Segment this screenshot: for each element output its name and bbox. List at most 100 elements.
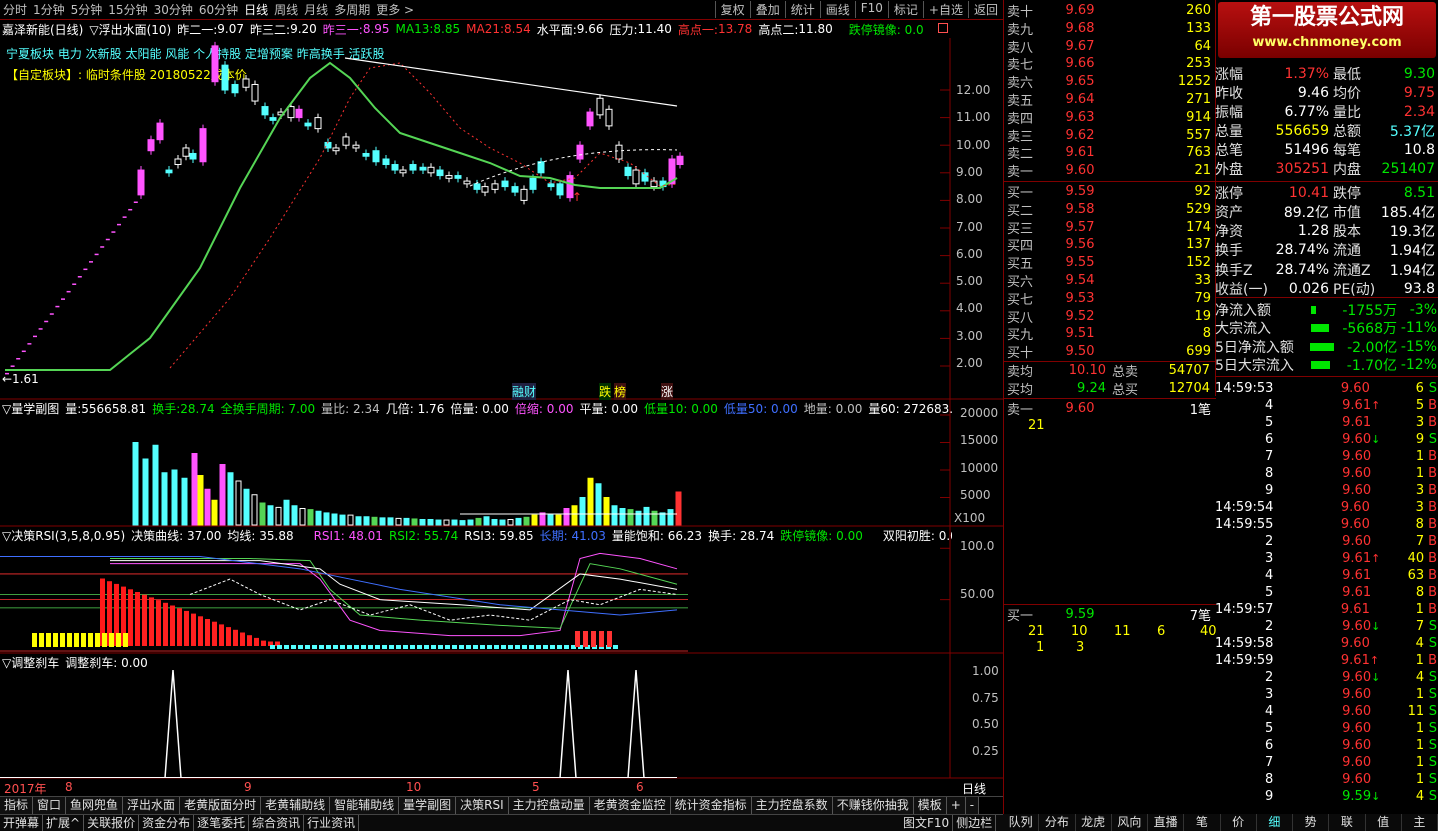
- quote-tab[interactable]: 主: [1402, 814, 1438, 831]
- indicator-tab[interactable]: 决策RSI: [456, 797, 509, 814]
- quote-tab[interactable]: 队列: [1003, 814, 1040, 831]
- period-tab[interactable]: 日线: [241, 1, 271, 18]
- indicator-tab[interactable]: 量学副图: [399, 797, 457, 814]
- tick-row: 14:59:58 9.60 4 S: [1215, 635, 1437, 652]
- event-zhang[interactable]: 涨: [661, 383, 674, 400]
- stat-label: 净资: [1215, 224, 1243, 241]
- rsi-hist-bar: [424, 645, 429, 649]
- indicator-tab[interactable]: 统计资金指标: [670, 797, 752, 814]
- rsi-hist-bar: [177, 608, 182, 646]
- quote-tab[interactable]: 势: [1293, 814, 1330, 831]
- period-tab[interactable]: 更多 >: [373, 1, 417, 18]
- indicator-tab[interactable]: +: [946, 797, 966, 814]
- rsi-hist-bar: [319, 645, 324, 649]
- orderbook-vol: 133: [1186, 20, 1211, 36]
- candle-body: [174, 158, 182, 166]
- event-rongcai[interactable]: 融财: [512, 383, 537, 400]
- indicator-tab[interactable]: 主力控盘系数: [751, 797, 833, 814]
- quote-tab[interactable]: 细: [1257, 814, 1293, 831]
- xaxis-month-10: 10: [406, 780, 422, 794]
- event-die[interactable]: 跌: [599, 383, 612, 400]
- bottom-tab[interactable]: 资金分布: [139, 815, 195, 831]
- bottom-tab[interactable]: 扩展^: [43, 815, 85, 831]
- xaxis-period[interactable]: 日线: [962, 780, 986, 797]
- tick-arrow-icon: ↑: [1371, 552, 1381, 565]
- quote-tab[interactable]: 笔: [1184, 814, 1221, 831]
- orderbook-name: 买九: [1007, 328, 1034, 344]
- toolbar-button[interactable]: 统计: [784, 1, 820, 18]
- period-tab[interactable]: 15分钟: [105, 1, 150, 18]
- period-tab[interactable]: 月线: [301, 1, 331, 18]
- toolbar-button[interactable]: 复权: [714, 1, 750, 18]
- indicator-tab[interactable]: 浮出水面: [123, 797, 181, 814]
- candle-body: [427, 166, 435, 174]
- bottom-tab[interactable]: 图文F10: [900, 815, 954, 831]
- brake-panel-title[interactable]: ▽调整刹车: [2, 654, 59, 671]
- period-tab[interactable]: 60分钟: [196, 1, 241, 18]
- stat-row: 涨停 10.41 跌停 8.51: [1215, 184, 1437, 203]
- indicator-tab[interactable]: 指标: [0, 797, 34, 814]
- indicator-tab[interactable]: 鱼网兜鱼: [66, 797, 124, 814]
- indicator-tab[interactable]: 模板: [913, 797, 947, 814]
- toolbar-button[interactable]: 画线: [819, 1, 855, 18]
- candle-body: [16, 357, 21, 360]
- rsi-hist-bar: [277, 645, 282, 649]
- vol-panel-title[interactable]: ▽量学副图: [2, 400, 59, 417]
- quote-tab[interactable]: 价: [1221, 814, 1257, 831]
- period-tab[interactable]: 分时: [0, 1, 30, 18]
- tick-vol: 1: [1415, 687, 1425, 702]
- indicator-tab[interactable]: 主力控盘动量: [508, 797, 590, 814]
- tick-row: 2 9.60 ↓ 4 S: [1215, 669, 1437, 686]
- bottom-tab[interactable]: 综合资讯: [249, 815, 305, 831]
- quote-tab[interactable]: 龙虎: [1076, 814, 1112, 831]
- bottom-tab[interactable]: 侧边栏: [953, 815, 997, 831]
- toolbar-button[interactable]: F10: [854, 1, 888, 18]
- quote-tab[interactable]: 风向: [1112, 814, 1148, 831]
- period-tab[interactable]: 5分钟: [68, 1, 106, 18]
- candle-body: [445, 175, 453, 179]
- volume-bar: [547, 513, 554, 526]
- xaxis-month-9: 9: [244, 780, 252, 794]
- indicator-tab[interactable]: 不赚钱你抽我: [832, 797, 914, 814]
- indicator-tab[interactable]: 老黄资金监控: [589, 797, 671, 814]
- period-tab[interactable]: 周线: [271, 1, 301, 18]
- quote-tab[interactable]: 联: [1329, 814, 1366, 831]
- quote-tab[interactable]: 分布: [1039, 814, 1076, 831]
- stat-value: 8.51: [1403, 185, 1435, 202]
- indicator-tab[interactable]: 老黄辅助线: [261, 797, 331, 814]
- indicator-tab[interactable]: 智能辅助线: [330, 797, 400, 814]
- candle-body: [454, 175, 462, 179]
- tick-vol: 1: [1415, 602, 1424, 617]
- close-indicator-icon[interactable]: [938, 23, 948, 33]
- candle-body: [529, 177, 537, 190]
- period-tab[interactable]: 30分钟: [151, 1, 196, 18]
- candle-body: [596, 97, 604, 116]
- toolbar-tools: 复权 叠加 统计 画线 F10 标记 +自选 返回: [714, 1, 1003, 18]
- indicator-tab[interactable]: 老黄版面分时: [180, 797, 262, 814]
- bottom-tab[interactable]: 关联报价: [84, 815, 140, 831]
- rsi-panel-title[interactable]: ▽决策RSI(3,5,8,0.95): [2, 527, 125, 544]
- quote-tab[interactable]: 直播: [1148, 814, 1185, 831]
- indicator-name[interactable]: ▽浮出水面(10): [89, 21, 171, 38]
- indicator-tab[interactable]: 窗口: [33, 797, 67, 814]
- bottom-tab[interactable]: 逐笔委托: [194, 815, 250, 831]
- buy1-queue-header: 买一 9.59 7笔: [1004, 606, 1217, 624]
- toolbar-button[interactable]: +自选: [922, 1, 968, 18]
- bottom-tab[interactable]: 开弹幕: [0, 815, 44, 831]
- toolbar-button[interactable]: 标记: [887, 1, 923, 18]
- tick-vol: 7: [1415, 534, 1425, 549]
- period-tab[interactable]: 多周期: [331, 1, 373, 18]
- orderbook-name: 买六: [1007, 275, 1034, 290]
- indicator-tab[interactable]: -: [965, 797, 980, 814]
- stat-row: 换手 28.74% 流通 1.94亿: [1215, 241, 1437, 260]
- tick-dir: B: [1428, 534, 1438, 549]
- bottom-tab[interactable]: 行业资讯: [304, 815, 360, 831]
- toolbar-button[interactable]: 返回: [967, 1, 1003, 18]
- stock-title[interactable]: 嘉泽新能(日线): [2, 21, 83, 38]
- period-tab[interactable]: 1分钟: [30, 1, 68, 18]
- quote-tab[interactable]: 值: [1366, 814, 1402, 831]
- event-bang[interactable]: 榜: [614, 383, 627, 400]
- rsi-hist-bar: [550, 645, 555, 649]
- toolbar-button[interactable]: 叠加: [749, 1, 785, 18]
- chart-canvas[interactable]: ↑: [0, 38, 1003, 798]
